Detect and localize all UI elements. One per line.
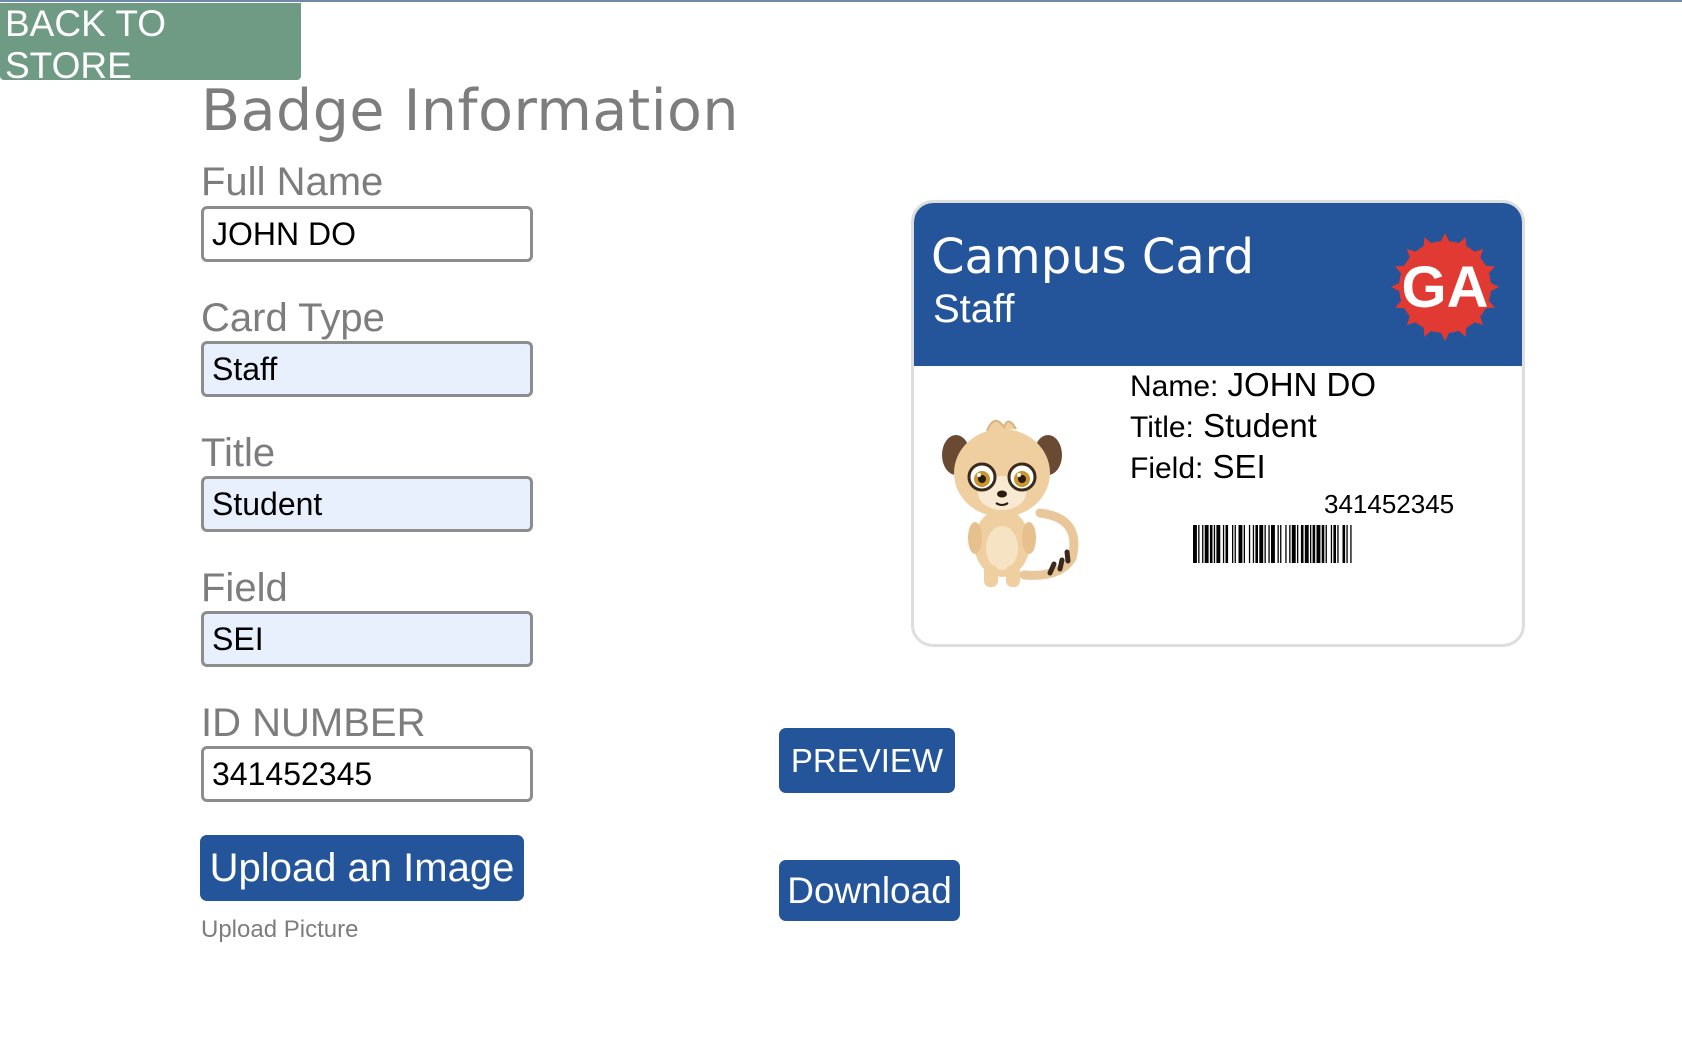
card-name-key: Name: [1130,370,1219,403]
card-name-line: Name: JOHN DO [1130,366,1376,404]
barcode-bar [1325,525,1327,563]
campus-card-preview: Campus Card Staff GA Name: JOHN DO Title… [911,200,1525,647]
title-input[interactable] [201,476,533,532]
barcode-bar [1342,525,1346,563]
upload-caption: Upload Picture [201,916,359,943]
barcode-bar [1285,525,1287,563]
barcode-bar [1209,525,1213,563]
barcode-bar [1255,525,1258,563]
preview-button[interactable]: PREVIEW [779,728,955,793]
card-title: Campus Card [931,229,1255,285]
barcode-bar [1222,525,1225,563]
card-title-value: Student [1203,407,1317,444]
ga-logo-text: GA [1402,255,1489,320]
top-border-line [0,0,1682,2]
card-field-line: Field: SEI [1130,448,1266,486]
barcode-bar [1216,525,1221,563]
card-photo-animal [942,420,1079,587]
barcode-bar [1304,525,1309,563]
barcode-bar [1346,525,1348,563]
ga-logo: GA [1391,233,1499,341]
barcode-bar [1213,525,1216,563]
barcode-bar [1193,525,1197,563]
card-name-value: JOHN DO [1227,366,1377,403]
card-field-key: Field: [1130,452,1204,485]
barcode-bar [1243,525,1245,563]
upload-image-button[interactable]: Upload an Image [200,835,524,901]
barcode-bar [1291,525,1296,563]
barcode-bar [1252,525,1255,563]
barcode-bar [1350,525,1352,563]
barcode-bar [1238,525,1243,563]
card-id-number: 341452345 [1324,489,1455,519]
download-button[interactable]: Download [779,860,960,921]
field-label: Field [201,566,288,610]
barcode-bar [1271,525,1275,563]
barcode-bar [1248,525,1251,563]
barcode-bar [1312,525,1316,563]
barcode-bar [1268,525,1270,563]
barcode-bar [1297,525,1299,563]
barcode-bar [1330,525,1333,563]
title-label: Title [201,431,276,475]
barcode-bar [1259,525,1264,563]
barcode-bar [1321,525,1325,563]
card-title-line: Title: Student [1130,407,1317,445]
page-title: Badge Information [201,78,740,144]
card-type-input[interactable] [201,341,533,397]
barcode-bar [1337,525,1339,563]
card-field-value: SEI [1212,448,1266,485]
card-type: Staff [933,287,1015,331]
full-name-label: Full Name [201,160,384,204]
card-type-label: Card Type [201,296,385,340]
id-number-input[interactable] [201,746,533,802]
barcode-bar [1202,525,1204,563]
barcode-bar [1234,525,1236,563]
barcode-bar [1300,525,1304,563]
barcode-bar [1277,525,1279,563]
barcode-bar [1204,525,1209,563]
barcode-bar [1198,525,1200,563]
back-to-store-button[interactable]: BACK TO STORE [0,3,301,86]
barcode-bar [1225,525,1229,563]
card-title-key: Title: [1130,411,1194,444]
barcode-bar [1316,525,1321,563]
barcode-bar [1289,525,1291,563]
card-header: Campus Card Staff GA [914,203,1522,366]
barcode-bar [1232,525,1234,563]
id-number-label: ID NUMBER [201,701,426,745]
barcode-bar [1310,525,1312,563]
barcode-bar [1280,525,1282,563]
barcode-bar [1333,525,1336,563]
barcode [1193,525,1352,563]
barcode-bar [1264,525,1266,563]
full-name-input[interactable] [201,206,533,262]
field-input[interactable] [201,611,533,667]
